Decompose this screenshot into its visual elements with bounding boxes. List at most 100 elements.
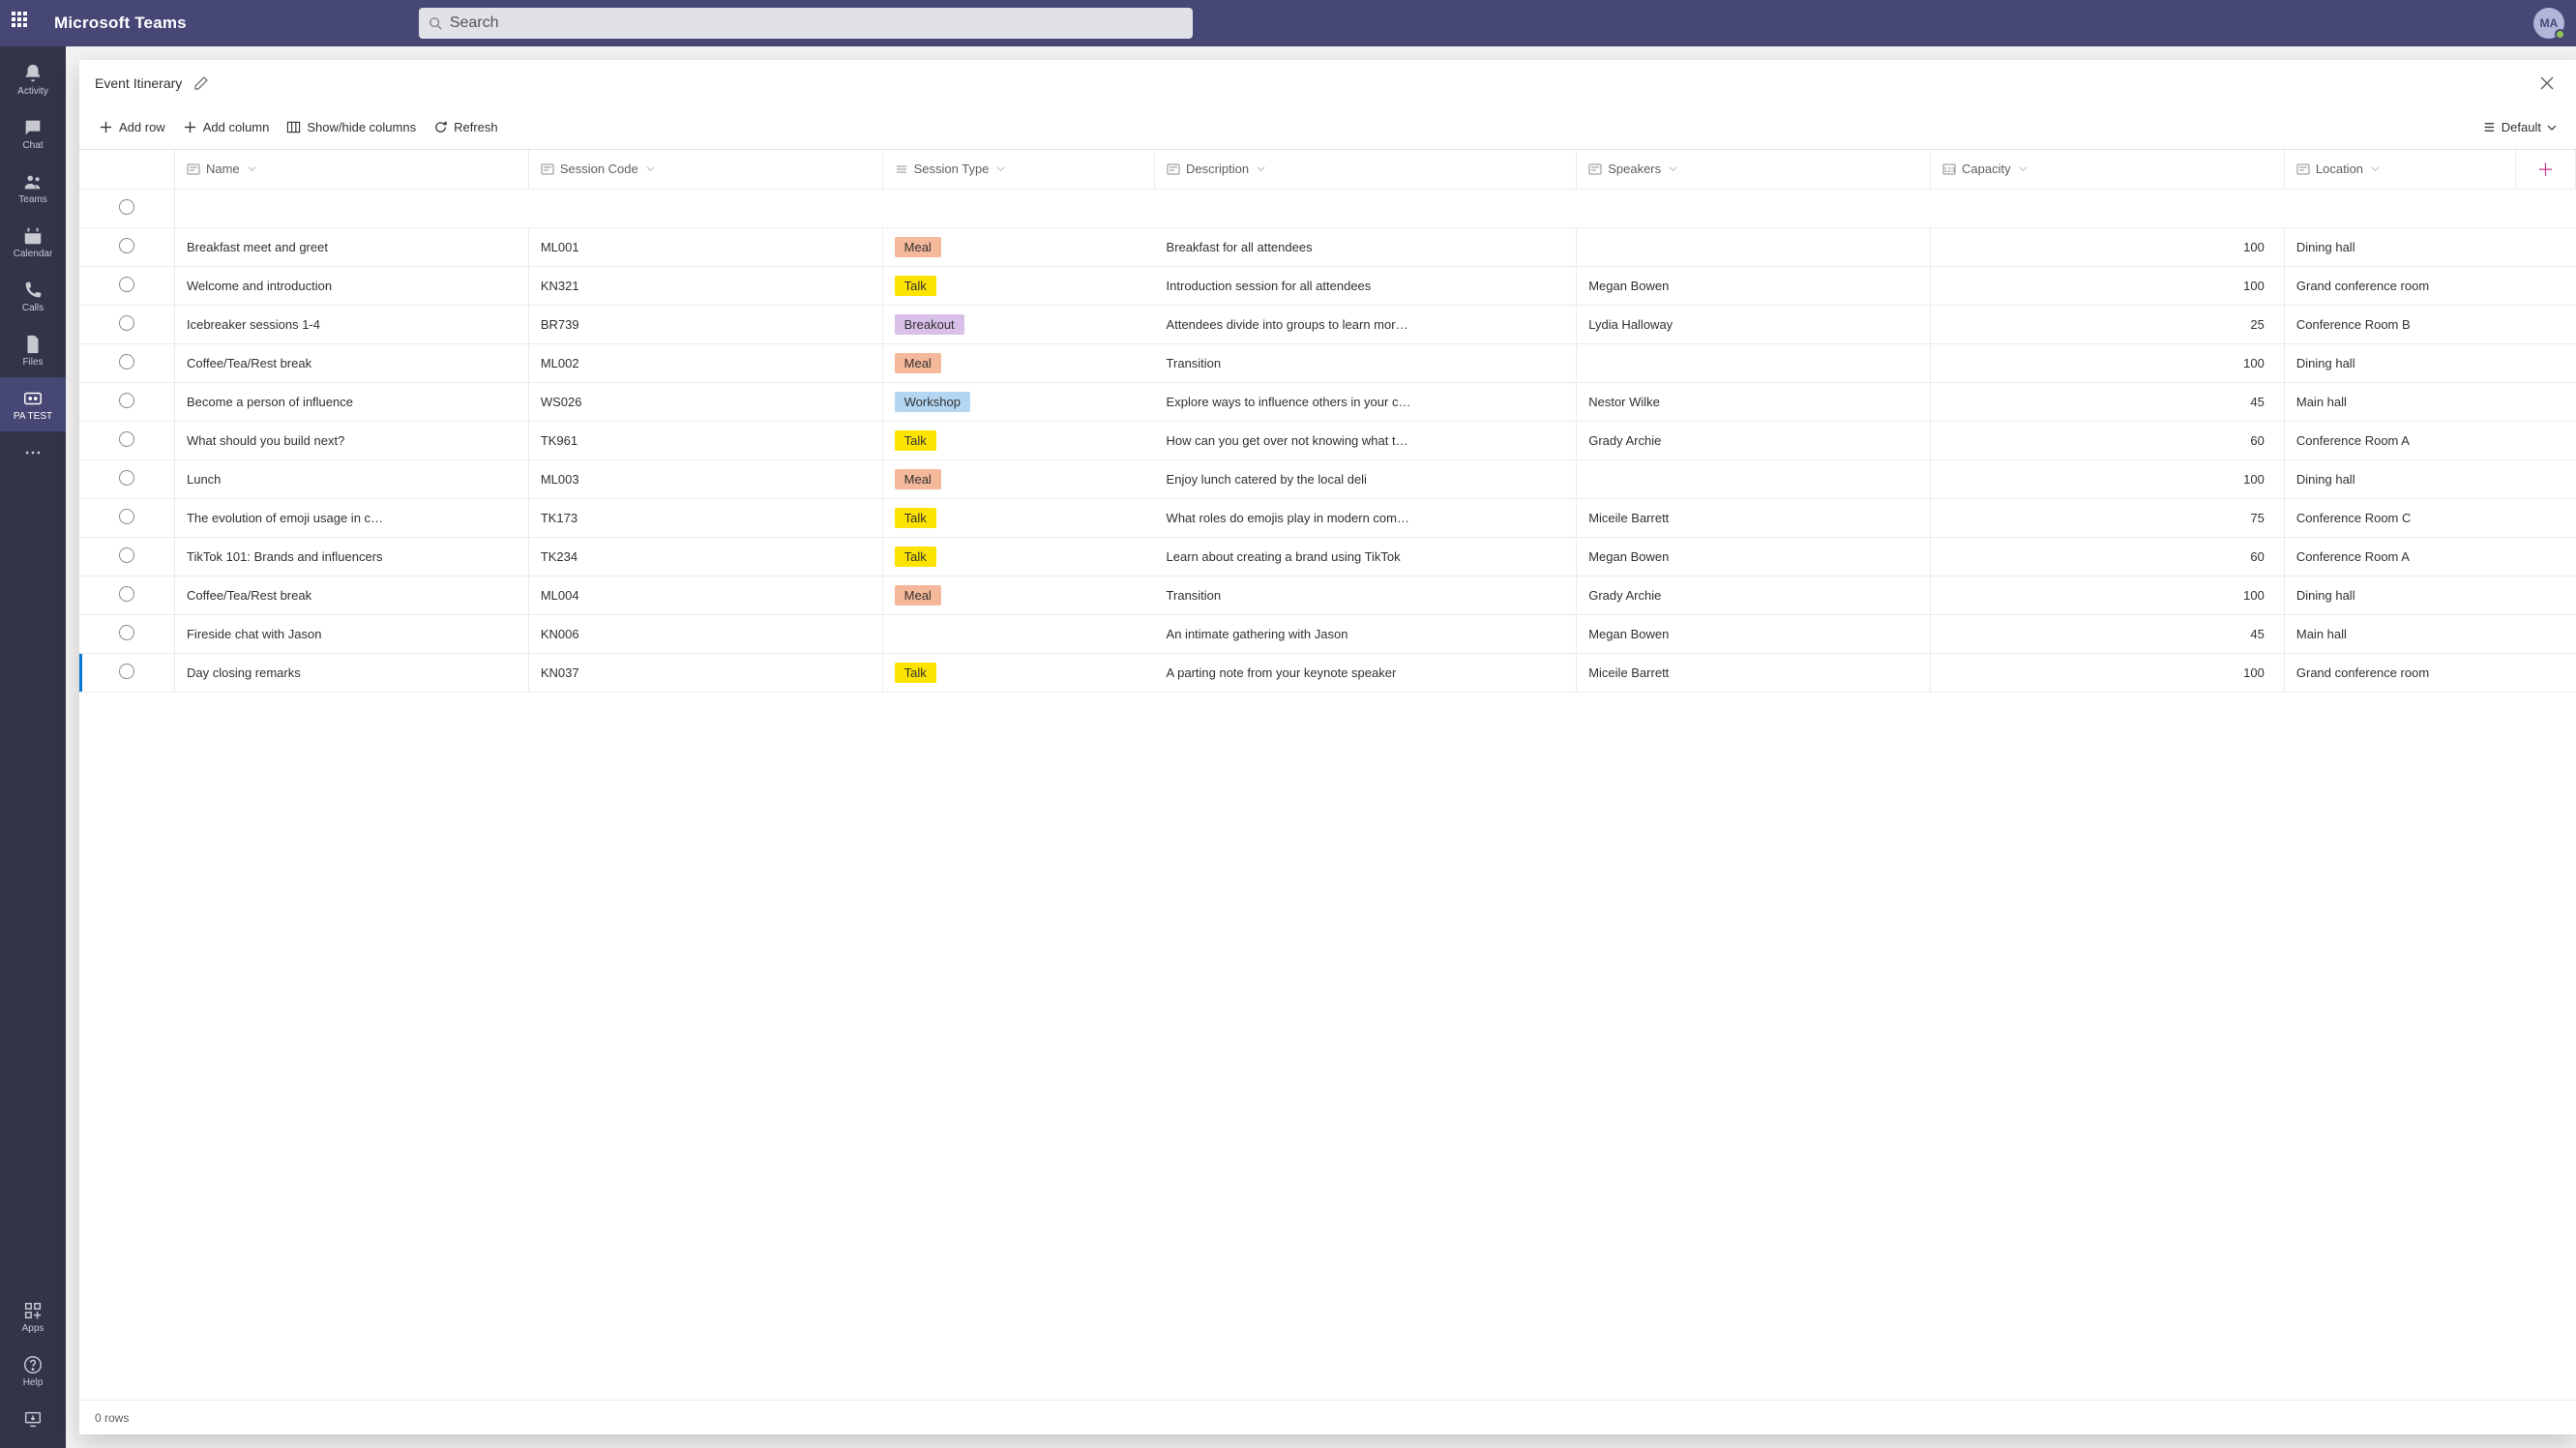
show-hide-columns-button[interactable]: Show/hide columns: [286, 120, 416, 134]
row-select[interactable]: [119, 199, 134, 215]
edit-title-icon[interactable]: [193, 75, 209, 91]
cell-code[interactable]: KN006: [528, 614, 882, 653]
cell-speakers[interactable]: Megan Bowen: [1577, 614, 1931, 653]
table-row[interactable]: Coffee/Tea/Rest breakML004MealTransition…: [79, 576, 2576, 614]
cell-speakers[interactable]: Megan Bowen: [1577, 537, 1931, 576]
cell-capacity[interactable]: 100: [1931, 459, 2285, 498]
cell-speakers[interactable]: [1577, 227, 1931, 266]
cell-location[interactable]: Dining hall: [2284, 576, 2515, 614]
col-session-type[interactable]: Session Type: [882, 150, 1154, 189]
table-row[interactable]: Day closing remarksKN037TalkA parting no…: [79, 653, 2576, 692]
cell-desc[interactable]: Explore ways to influence others in your…: [1155, 382, 1577, 421]
cell-name[interactable]: Breakfast meet and greet: [174, 227, 528, 266]
rail-calendar[interactable]: Calendar: [0, 215, 66, 269]
cell-desc[interactable]: Attendees divide into groups to learn mo…: [1155, 305, 1577, 343]
table-row[interactable]: LunchML003MealEnjoy lunch catered by the…: [79, 459, 2576, 498]
cell-location[interactable]: Conference Room A: [2284, 421, 2515, 459]
row-select[interactable]: [119, 470, 134, 486]
col-description[interactable]: Description: [1155, 150, 1577, 189]
table-row[interactable]: Breakfast meet and greetML001MealBreakfa…: [79, 227, 2576, 266]
cell-desc[interactable]: Enjoy lunch catered by the local deli: [1155, 459, 1577, 498]
cell-code[interactable]: TK234: [528, 537, 882, 576]
cell-desc[interactable]: Transition: [1155, 576, 1577, 614]
row-select[interactable]: [119, 431, 134, 447]
rail-help[interactable]: Help: [0, 1344, 66, 1398]
cell-name[interactable]: TikTok 101: Brands and influencers: [174, 537, 528, 576]
cell-desc[interactable]: Learn about creating a brand using TikTo…: [1155, 537, 1577, 576]
cell-capacity[interactable]: 45: [1931, 382, 2285, 421]
cell-location[interactable]: Conference Room B: [2284, 305, 2515, 343]
cell-location[interactable]: Dining hall: [2284, 459, 2515, 498]
cell-desc[interactable]: Breakfast for all attendees: [1155, 227, 1577, 266]
cell-desc[interactable]: An intimate gathering with Jason: [1155, 614, 1577, 653]
cell-capacity[interactable]: 25: [1931, 305, 2285, 343]
data-grid[interactable]: Name Session Code Session Type Descripti…: [79, 149, 2576, 1400]
col-capacity[interactable]: 123Capacity: [1931, 150, 2285, 189]
app-launcher-icon[interactable]: [12, 12, 35, 35]
cell-type[interactable]: Talk: [882, 498, 1154, 537]
cell-code[interactable]: ML001: [528, 227, 882, 266]
cell-capacity[interactable]: 100: [1931, 266, 2285, 305]
row-select[interactable]: [119, 315, 134, 331]
cell-speakers[interactable]: [1577, 343, 1931, 382]
cell-speakers[interactable]: Megan Bowen: [1577, 266, 1931, 305]
close-button[interactable]: [2533, 70, 2561, 97]
cell-code[interactable]: ML004: [528, 576, 882, 614]
cell-code[interactable]: KN321: [528, 266, 882, 305]
rail-apps[interactable]: Apps: [0, 1289, 66, 1344]
col-session-code[interactable]: Session Code: [528, 150, 882, 189]
cell-type[interactable]: Talk: [882, 421, 1154, 459]
view-selector[interactable]: Default: [2481, 120, 2557, 134]
table-row[interactable]: The evolution of emoji usage in c…TK173T…: [79, 498, 2576, 537]
cell-capacity[interactable]: 75: [1931, 498, 2285, 537]
cell-name[interactable]: Icebreaker sessions 1-4: [174, 305, 528, 343]
user-avatar[interactable]: MA: [2533, 8, 2564, 39]
cell-desc[interactable]: A parting note from your keynote speaker: [1155, 653, 1577, 692]
col-location[interactable]: Location: [2284, 150, 2515, 189]
cell-capacity[interactable]: 100: [1931, 343, 2285, 382]
cell-capacity[interactable]: 100: [1931, 653, 2285, 692]
cell-type[interactable]: Meal: [882, 576, 1154, 614]
add-column-plus[interactable]: ＋: [2516, 150, 2576, 189]
cell-type[interactable]: Meal: [882, 459, 1154, 498]
cell-capacity[interactable]: 100: [1931, 227, 2285, 266]
cell-name[interactable]: Welcome and introduction: [174, 266, 528, 305]
table-row[interactable]: TikTok 101: Brands and influencersTK234T…: [79, 537, 2576, 576]
cell-code[interactable]: WS026: [528, 382, 882, 421]
cell-type[interactable]: Workshop: [882, 382, 1154, 421]
cell-capacity[interactable]: 60: [1931, 537, 2285, 576]
cell-capacity[interactable]: 100: [1931, 576, 2285, 614]
cell-speakers[interactable]: [1577, 459, 1931, 498]
row-select[interactable]: [119, 625, 134, 640]
cell-type[interactable]: Meal: [882, 227, 1154, 266]
row-select[interactable]: [119, 586, 134, 602]
table-row[interactable]: Coffee/Tea/Rest breakML002MealTransition…: [79, 343, 2576, 382]
cell-code[interactable]: TK173: [528, 498, 882, 537]
cell-code[interactable]: KN037: [528, 653, 882, 692]
row-select[interactable]: [119, 277, 134, 292]
select-all-header[interactable]: [79, 150, 174, 189]
table-row[interactable]: Icebreaker sessions 1-4BR739BreakoutAtte…: [79, 305, 2576, 343]
cell-location[interactable]: Conference Room C: [2284, 498, 2515, 537]
cell-location[interactable]: Main hall: [2284, 614, 2515, 653]
row-select[interactable]: [119, 664, 134, 679]
cell-location[interactable]: Grand conference room: [2284, 266, 2515, 305]
rail-teams[interactable]: Teams: [0, 161, 66, 215]
cell-name[interactable]: Coffee/Tea/Rest break: [174, 576, 528, 614]
cell-speakers[interactable]: Grady Archie: [1577, 421, 1931, 459]
cell-location[interactable]: Dining hall: [2284, 227, 2515, 266]
cell-desc[interactable]: Transition: [1155, 343, 1577, 382]
cell-desc[interactable]: How can you get over not knowing what t…: [1155, 421, 1577, 459]
cell-name[interactable]: Coffee/Tea/Rest break: [174, 343, 528, 382]
cell-name[interactable]: What should you build next?: [174, 421, 528, 459]
cell-name[interactable]: Become a person of influence: [174, 382, 528, 421]
rail-more[interactable]: [23, 431, 43, 479]
cell-type[interactable]: Talk: [882, 537, 1154, 576]
cell-type[interactable]: Talk: [882, 266, 1154, 305]
search-input[interactable]: Search: [419, 8, 1193, 39]
cell-speakers[interactable]: Miceile Barrett: [1577, 653, 1931, 692]
cell-name[interactable]: Day closing remarks: [174, 653, 528, 692]
cell-code[interactable]: ML003: [528, 459, 882, 498]
cell-speakers[interactable]: Grady Archie: [1577, 576, 1931, 614]
rail-download[interactable]: [0, 1398, 66, 1440]
